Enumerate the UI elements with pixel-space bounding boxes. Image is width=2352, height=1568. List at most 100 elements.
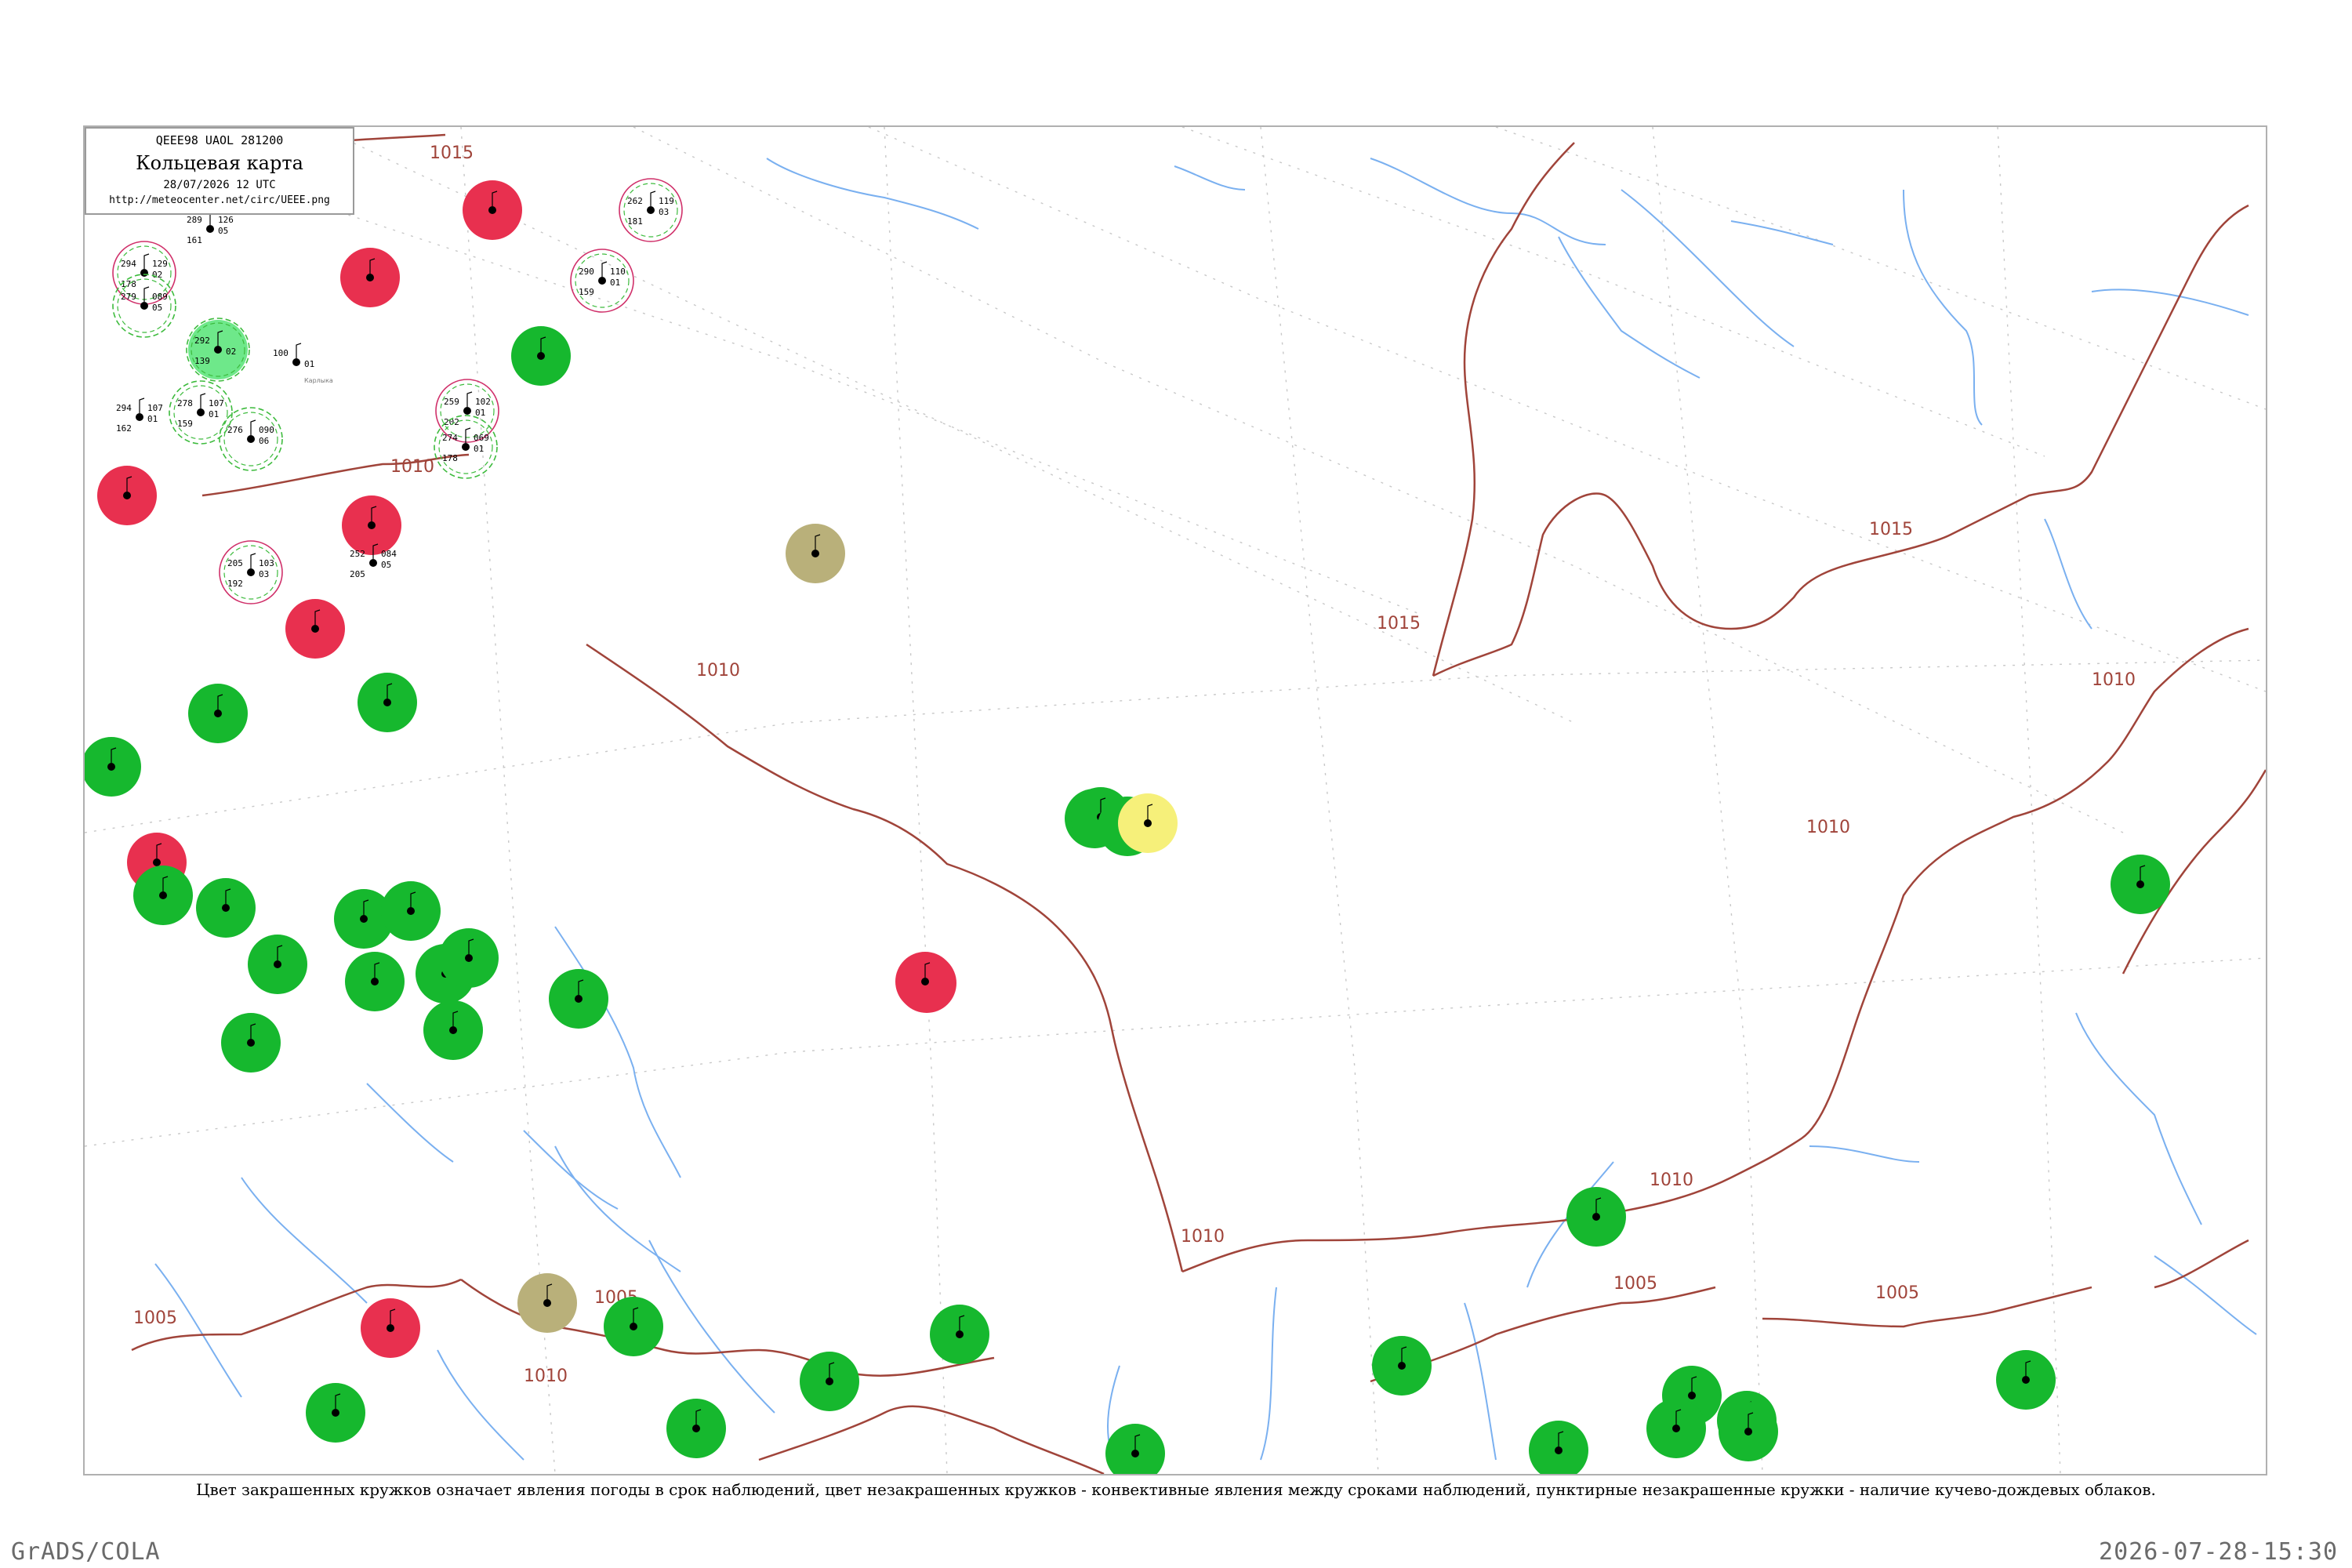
station-dot: [1144, 819, 1152, 827]
station-pressure: 090: [259, 425, 274, 435]
wind-barb: [250, 553, 256, 568]
station-plot: [439, 928, 499, 988]
station-pressure: 129: [152, 259, 168, 269]
station-tendency: 05: [152, 303, 162, 313]
isobar-label: 1010: [390, 457, 434, 477]
station-plot: [1996, 1350, 2056, 1410]
station-plot: 289 12605 161: [187, 209, 234, 245]
station-plot: [549, 969, 608, 1029]
station-dot: [369, 559, 377, 567]
wind-barb: [250, 419, 256, 435]
station-dot: [449, 1026, 457, 1034]
station-dot: [692, 1425, 700, 1432]
station-plot: 290 11001 159: [570, 249, 634, 313]
isobar-label: 1010: [2092, 670, 2136, 690]
station-dot: [630, 1323, 637, 1330]
station-plot: [133, 866, 193, 925]
station-temperature: 259: [444, 397, 459, 407]
station-dot: [153, 858, 161, 866]
station-temperature: 279: [121, 292, 136, 302]
station-name: Карлыка: [304, 377, 333, 384]
station-dewpoint: 192: [227, 579, 243, 589]
station-pressure: 069: [474, 433, 489, 443]
station-plot: 100 01 Карлыка: [273, 343, 333, 384]
station-pressure: 126: [218, 215, 234, 225]
station-dewpoint: 159: [579, 287, 594, 297]
station-dot: [647, 206, 655, 214]
station-plot: [786, 524, 845, 583]
station-dot: [222, 904, 230, 912]
isobars: [131, 133, 2266, 1474]
station-dot: [811, 550, 819, 557]
station-pressure: 110: [610, 267, 626, 277]
station-dot: [311, 625, 319, 633]
station-tendency: 01: [209, 409, 219, 419]
station-plot: 252 08405 205: [350, 543, 397, 579]
station-dot: [159, 891, 167, 899]
isobar-label: 1015: [1869, 520, 1913, 539]
station-plot: [196, 878, 256, 938]
station-pressure: 103: [259, 558, 274, 568]
graticule: [85, 127, 2266, 1474]
station-plot: [342, 495, 401, 555]
isobar-label: 1005: [133, 1308, 177, 1328]
station-pressure: 107: [209, 398, 224, 408]
station-plot: [895, 952, 955, 1011]
station-dot: [140, 269, 148, 277]
station-plot: [511, 326, 571, 386]
isobar-label: 1005: [1875, 1283, 1919, 1303]
station-plot: [285, 599, 345, 659]
station-dot: [2022, 1376, 2030, 1384]
station-dot: [214, 710, 222, 717]
station-plot: [666, 1399, 726, 1458]
station-tendency: 01: [474, 444, 484, 454]
station-dewpoint: 162: [116, 423, 132, 434]
wind-barb: [601, 261, 608, 277]
map-header: QEEE98 UAOL 281200 Кольцевая карта 28/07…: [85, 127, 354, 215]
station-pressure: 102: [475, 397, 491, 407]
isobar-label: 1010: [1650, 1171, 1693, 1190]
station-temperature: 276: [227, 425, 243, 435]
station-dewpoint: 178: [121, 279, 136, 289]
station-plot: [221, 1013, 281, 1073]
station-pressure: 084: [381, 549, 397, 559]
wind-barb: [466, 391, 473, 407]
station-plot: 294 10701 162: [116, 397, 163, 434]
isobar-label: 1010: [1806, 818, 1850, 837]
station-tendency: 05: [381, 560, 391, 570]
station-dot: [368, 521, 376, 529]
map-caption: Цвет закрашенных кружков означает явлени…: [196, 1480, 2156, 1499]
map-title: Кольцевая карта: [136, 152, 303, 174]
station-temperature: 289: [187, 215, 202, 225]
station-temperature: 100: [273, 348, 289, 358]
station-dot: [537, 352, 545, 360]
station-pressure: 089: [152, 292, 168, 302]
station-dot: [371, 978, 379, 985]
map-date: 28/07/2026 12 UTC: [163, 179, 276, 191]
station-dot: [1555, 1446, 1563, 1454]
station-dot: [462, 443, 470, 451]
wind-barb: [139, 397, 145, 413]
map-url: http://meteocenter.net/circ/UEEE.png: [109, 194, 330, 206]
station-plot: [423, 1000, 483, 1060]
station-plot: [85, 737, 141, 797]
station-tendency: 01: [304, 359, 314, 369]
station-dot: [214, 346, 222, 354]
station-dot: [107, 763, 115, 771]
software-credit: GrADS/COLA: [11, 1538, 161, 1566]
wind-barb: [296, 343, 302, 358]
wind-barb: [143, 253, 150, 269]
station-plot: 292 02 139: [186, 318, 250, 382]
station-dot: [136, 413, 143, 421]
station-dot: [921, 978, 929, 985]
station-tendency: 03: [659, 207, 669, 217]
station-dot: [360, 915, 368, 923]
station-dot: [206, 225, 214, 233]
station-dot: [463, 407, 471, 415]
station-plot: [1105, 1424, 1165, 1474]
station-dot: [197, 408, 205, 416]
station-plot: [188, 684, 248, 743]
station-dot: [1672, 1425, 1680, 1432]
station-pressure: 119: [659, 196, 674, 206]
map-canvas: 1015 1010 1015 1010 1015 1010 1010 1005 …: [85, 127, 2266, 1474]
